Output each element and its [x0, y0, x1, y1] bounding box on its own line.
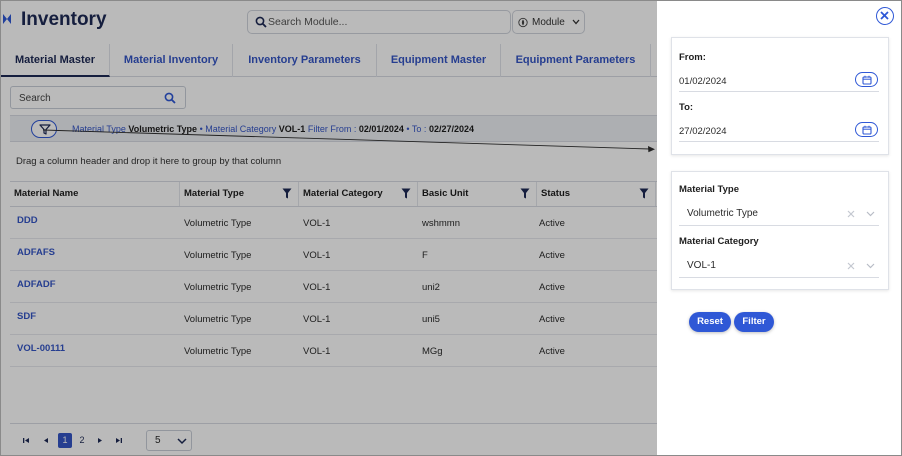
screen: Inventory Module Material M	[0, 0, 902, 456]
clear-icon[interactable]	[847, 262, 855, 270]
material-type-label: Material Type	[679, 184, 740, 195]
to-date-field[interactable]: 27/02/2024	[679, 120, 879, 142]
from-date-label: From:	[679, 52, 706, 63]
from-date-value: 01/02/2024	[679, 76, 727, 87]
chevron-down-icon[interactable]	[866, 211, 875, 217]
material-category-value: VOL-1	[687, 260, 716, 271]
modal-backdrop[interactable]	[1, 1, 657, 455]
calendar-icon	[862, 125, 872, 135]
to-date-value: 27/02/2024	[679, 126, 727, 137]
to-date-calendar-button[interactable]	[855, 122, 878, 137]
material-type-value: Volumetric Type	[687, 208, 758, 219]
attribute-filter-card: Material Type Volumetric Type Material C…	[671, 171, 889, 290]
calendar-icon	[862, 75, 872, 85]
chevron-down-icon[interactable]	[866, 263, 875, 269]
clear-icon[interactable]	[847, 210, 855, 218]
from-date-calendar-button[interactable]	[855, 72, 878, 87]
close-panel-button[interactable]	[876, 7, 894, 25]
filter-button[interactable]: Filter	[734, 312, 774, 332]
date-range-card: From: 01/02/2024 To: 27/02/2024	[671, 37, 889, 155]
main-app: Inventory Module Material M	[1, 1, 657, 455]
from-date-field[interactable]: 01/02/2024	[679, 70, 879, 92]
reset-button[interactable]: Reset	[689, 312, 731, 332]
filter-panel: From: 01/02/2024 To: 27/02/2024 Material…	[657, 1, 901, 455]
to-date-label: To:	[679, 102, 694, 113]
material-type-select[interactable]: Volumetric Type	[679, 201, 879, 226]
material-category-select[interactable]: VOL-1	[679, 253, 879, 278]
close-icon	[880, 11, 889, 20]
material-category-label: Material Category	[679, 236, 759, 247]
